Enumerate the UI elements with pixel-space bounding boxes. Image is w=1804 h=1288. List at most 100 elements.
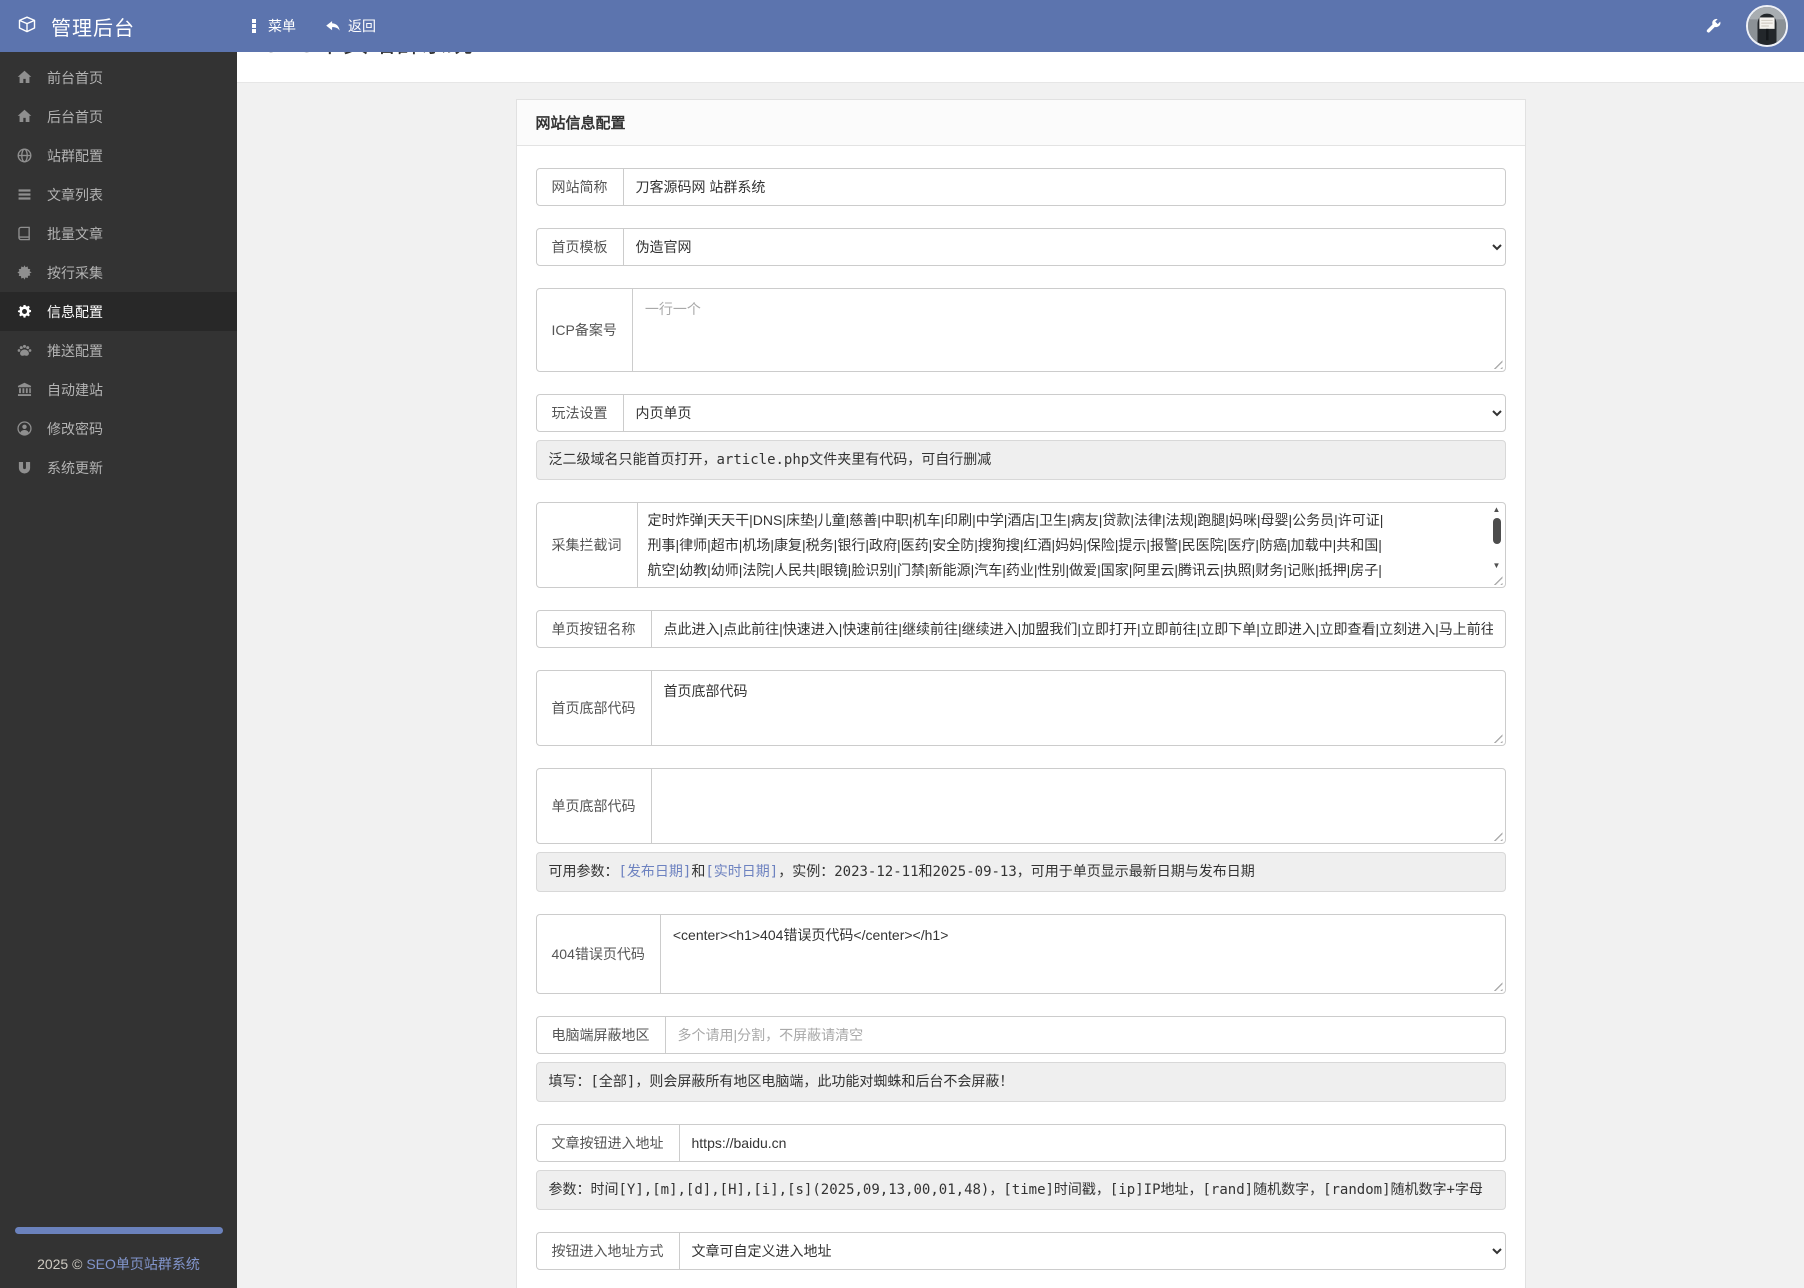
home-template-select[interactable]: 伪造官网 <box>623 229 1505 265</box>
home-icon <box>15 69 33 86</box>
sidebar-item-label: 批量文章 <box>47 225 103 242</box>
url-params-hint: 参数：时间[Y],[m],[d],[H],[i],[s](2025,09,13,… <box>535 1170 1506 1210</box>
sidebar-item-row-collect[interactable]: 按行采集 <box>0 253 237 292</box>
topbar-nav: 菜单 返回 <box>247 16 376 36</box>
sidebar-scroll-indicator <box>14 1227 223 1234</box>
sidebar-item-article-list[interactable]: 文章列表 <box>0 175 237 214</box>
cube-icon <box>15 14 39 38</box>
sidebar-item-site-group-config[interactable]: 站群配置 <box>0 136 237 175</box>
error404-textarea[interactable]: <center><h1>404错误页代码</center></h1> <box>660 915 1505 993</box>
error404-label: 404错误页代码 <box>536 915 661 993</box>
sidebar-item-label: 按行采集 <box>47 264 103 281</box>
home-footer-code-label: 首页底部代码 <box>536 671 652 745</box>
sidebar-item-info-config[interactable]: 信息配置 <box>0 292 237 331</box>
pc-block-label: 电脑端屏蔽地区 <box>536 1017 666 1053</box>
sidebar-footer: 2025 © SEO单页站群系统 <box>0 1227 237 1288</box>
pc-block-input[interactable] <box>665 1017 1505 1053</box>
hint-text: 和 <box>691 864 706 880</box>
realtime-date-param-link[interactable]: [实时日期] <box>705 864 778 880</box>
burst-icon <box>15 264 33 281</box>
field-article-url: 文章按钮进入地址 <box>535 1124 1506 1162</box>
avatar[interactable] <box>1746 5 1788 47</box>
pc-block-hint: 填写：[全部]，则会屏蔽所有地区电脑端，此功能对蜘蛛和后台不会屏蔽！ <box>535 1062 1506 1102</box>
field-home-template: 首页模板 伪造官网 <box>535 228 1506 266</box>
field-page-footer-code: 单页底部代码 <box>535 768 1506 844</box>
field-home-footer-code: 首页底部代码 首页底部代码 <box>535 670 1506 746</box>
scroll-thumb[interactable] <box>1492 518 1501 544</box>
field-block-words: 采集拦截词 定时炸弹|天天干|DNS|床垫|儿童|慈善|中职|机车|印刷|中学|… <box>535 502 1506 588</box>
textarea-scrollbar[interactable]: ▲ ▼ <box>1488 503 1505 587</box>
article-url-label: 文章按钮进入地址 <box>536 1125 680 1161</box>
block-words-textarea[interactable]: 定时炸弹|天天干|DNS|床垫|儿童|慈善|中职|机车|印刷|中学|酒店|卫生|… <box>637 503 1489 587</box>
topbar-right <box>1705 5 1804 47</box>
page-footer-code-label: 单页底部代码 <box>536 769 652 843</box>
icp-textarea[interactable] <box>632 289 1505 371</box>
menu-button[interactable]: 菜单 <box>247 16 296 36</box>
content-area: 网站信息配置 网站简称 首页模板 伪造官网 ICP备案号 <box>237 83 1804 1288</box>
sidebar-item-label: 信息配置 <box>47 303 103 320</box>
field-404-code: 404错误页代码 <center><h1>404错误页代码</center></… <box>535 914 1506 994</box>
bank-icon <box>15 381 33 398</box>
page-footer-code-textarea[interactable] <box>651 769 1505 843</box>
copyright-year: 2025 © <box>37 1256 87 1272</box>
field-play-mode: 玩法设置 内页单页 <box>535 394 1506 432</box>
sidebar-item-label: 后台首页 <box>47 108 103 125</box>
play-mode-select[interactable]: 内页单页 <box>623 395 1505 431</box>
sidebar-item-label: 推送配置 <box>47 342 103 359</box>
icp-label: ICP备案号 <box>536 289 633 371</box>
block-words-label: 采集拦截词 <box>536 503 638 587</box>
sidebar: 前台首页 后台首页 站群配置 文章列表 批量文章 按行采集 信息配置 推送配置 … <box>0 52 237 1288</box>
user-circle-icon <box>15 420 33 437</box>
brand: 管理后台 <box>0 12 237 41</box>
site-name-label: 网站简称 <box>536 169 624 205</box>
topbar: 管理后台 菜单 返回 <box>0 0 1804 52</box>
menu-label: 菜单 <box>268 18 296 34</box>
sidebar-item-label: 站群配置 <box>47 147 103 164</box>
field-pc-block: 电脑端屏蔽地区 <box>535 1016 1506 1054</box>
article-url-input[interactable] <box>679 1125 1505 1161</box>
home-footer-code-textarea[interactable]: 首页底部代码 <box>651 671 1505 745</box>
panel-header: 网站信息配置 <box>516 100 1525 146</box>
enter-mode-label: 按钮进入地址方式 <box>536 1233 680 1269</box>
enter-mode-select[interactable]: 文章可自定义进入地址 <box>679 1233 1505 1269</box>
paw-icon <box>15 342 33 359</box>
hint-text: 可用参数： <box>548 864 619 880</box>
wrench-icon[interactable] <box>1705 18 1722 35</box>
publish-date-param-link[interactable]: [发布日期] <box>619 864 692 880</box>
sidebar-item-auto-build[interactable]: 自动建站 <box>0 370 237 409</box>
sidebar-item-batch-articles[interactable]: 批量文章 <box>0 214 237 253</box>
sidebar-item-label: 自动建站 <box>47 381 103 398</box>
play-mode-label: 玩法设置 <box>536 395 624 431</box>
sidebar-item-system-update[interactable]: 系统更新 <box>0 448 237 487</box>
gear-icon <box>15 303 33 320</box>
date-params-hint: 可用参数：[发布日期]和[实时日期]，实例：2023-12-11和2025-09… <box>535 852 1506 892</box>
reply-arrow-icon <box>324 18 341 34</box>
home-icon <box>15 108 33 125</box>
field-site-name: 网站简称 <box>535 168 1506 206</box>
globe-icon <box>15 147 33 164</box>
main-area: SEO单页站群系统 网站信息配置 网站简称 首页模板 伪造官网 ICP备案号 <box>237 0 1804 1288</box>
book-icon <box>15 225 33 242</box>
magnet-icon <box>15 459 33 476</box>
sidebar-item-push-config[interactable]: 推送配置 <box>0 331 237 370</box>
footer-link[interactable]: SEO单页站群系统 <box>86 1256 200 1272</box>
site-name-input[interactable] <box>623 169 1505 205</box>
field-enter-mode: 按钮进入地址方式 文章可自定义进入地址 <box>535 1232 1506 1270</box>
brand-title: 管理后台 <box>51 17 135 40</box>
hint-text: ，实例：2023-12-11和2025-09-13，可用于单页显示最新日期与发布… <box>778 864 1255 880</box>
list-icon <box>15 186 33 203</box>
copyright: 2025 © SEO单页站群系统 <box>0 1254 237 1274</box>
sidebar-item-change-password[interactable]: 修改密码 <box>0 409 237 448</box>
sidebar-item-label: 修改密码 <box>47 420 103 437</box>
sidebar-item-label: 前台首页 <box>47 69 103 86</box>
scroll-down-icon[interactable]: ▼ <box>1493 561 1501 571</box>
sidebar-item-admin-home[interactable]: 后台首页 <box>0 97 237 136</box>
field-button-names: 单页按钮名称 <box>535 610 1506 648</box>
scroll-up-icon[interactable]: ▲ <box>1493 505 1501 515</box>
button-names-label: 单页按钮名称 <box>536 611 652 647</box>
back-label: 返回 <box>348 18 376 34</box>
back-button[interactable]: 返回 <box>324 16 376 36</box>
sidebar-item-front-home[interactable]: 前台首页 <box>0 58 237 97</box>
config-panel: 网站信息配置 网站简称 首页模板 伪造官网 ICP备案号 <box>515 99 1526 1288</box>
button-names-input[interactable] <box>651 611 1505 647</box>
